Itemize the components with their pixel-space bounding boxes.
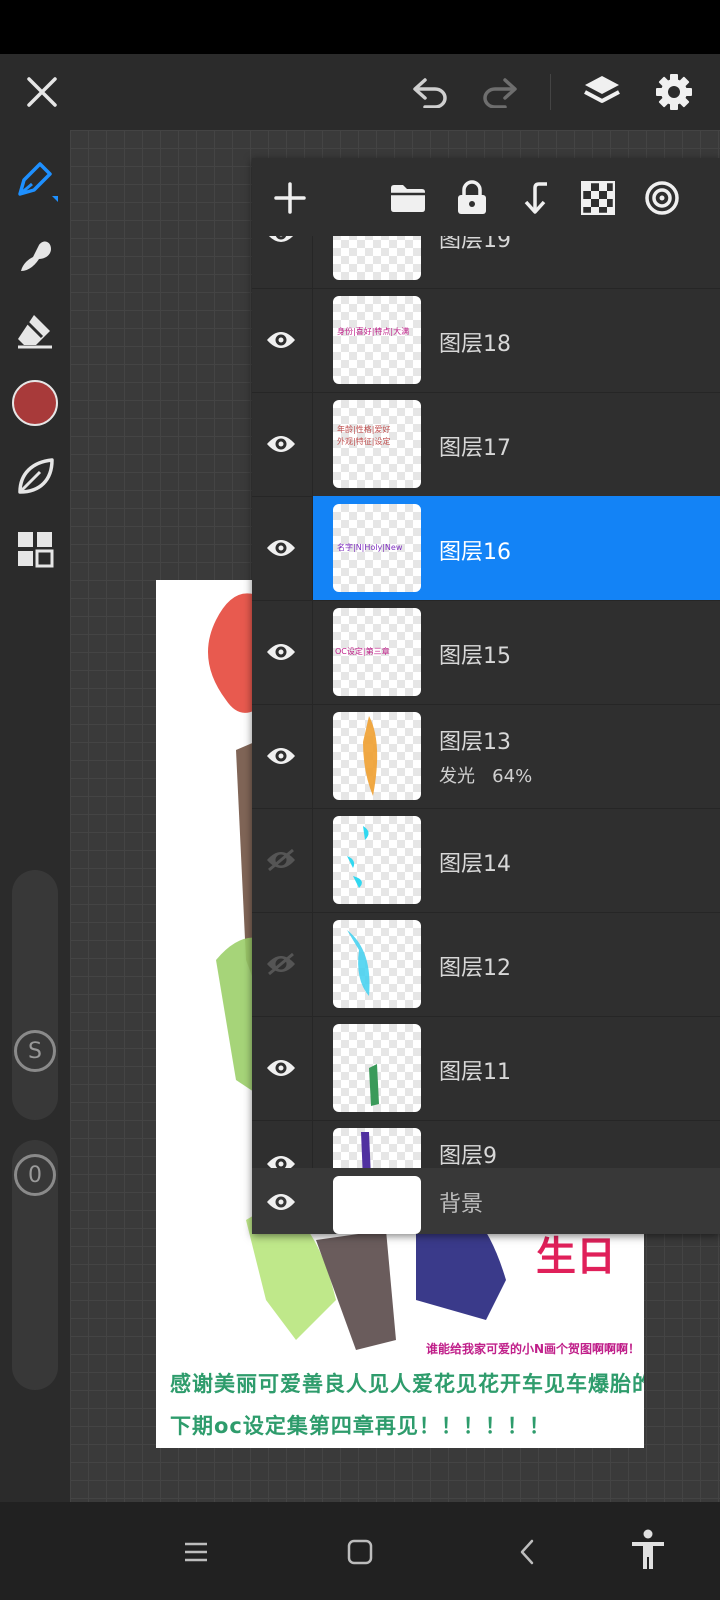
- eye-hidden-icon: [267, 952, 295, 976]
- layer-thumbnail: [333, 816, 421, 904]
- eye-hidden-icon: [267, 848, 295, 872]
- layer-thumbnail: [333, 920, 421, 1008]
- artwork-next: 下期oc设定集第四章再见！！！！！！: [170, 1414, 551, 1438]
- layers-icon[interactable]: [580, 68, 624, 116]
- top-bar: [0, 54, 720, 130]
- eye-icon: [267, 1194, 295, 1210]
- layer-name: 图层11: [439, 1060, 511, 1085]
- layer-name: 图层15: [439, 644, 511, 669]
- layer-row-selected[interactable]: 名字|N|Holy|New 图层16: [252, 496, 720, 601]
- layer-thumbnail: [333, 712, 421, 800]
- layer-blend-mode: 发光 64%: [439, 766, 533, 787]
- layer-thumbnail: [333, 1128, 421, 1168]
- status-bar: [0, 0, 720, 54]
- eye-icon: [267, 332, 295, 348]
- visibility-toggle[interactable]: [252, 236, 313, 288]
- layer-opacity: 64%: [492, 766, 533, 787]
- background-thumbnail: [333, 1176, 421, 1234]
- layer-row[interactable]: 图层9: [252, 1120, 720, 1168]
- divider: [550, 74, 551, 110]
- visibility-toggle[interactable]: [252, 1016, 313, 1120]
- eraser-icon[interactable]: [10, 306, 60, 356]
- layer-name: 图层12: [439, 956, 511, 981]
- layer-row[interactable]: OC设定|第三章 图层15: [252, 600, 720, 705]
- eye-icon: [267, 1156, 295, 1168]
- layer-name: 图层17: [439, 436, 511, 461]
- layer-panel-toolbar: [252, 158, 720, 236]
- add-icon[interactable]: [268, 176, 312, 220]
- folder-icon[interactable]: [386, 176, 430, 220]
- opacity-slider[interactable]: 0: [12, 1140, 58, 1390]
- accessibility-icon[interactable]: [624, 1524, 672, 1576]
- eye-icon: [267, 540, 295, 556]
- layer-thumbnail: 年龄|性格|爱好 外观|特征|设定: [333, 400, 421, 488]
- visibility-toggle[interactable]: [252, 600, 313, 704]
- layer-name: 图层18: [439, 332, 511, 357]
- layer-name: 图层9: [439, 1144, 497, 1168]
- color-swatch[interactable]: [12, 380, 58, 426]
- target-icon[interactable]: [640, 176, 684, 220]
- eye-icon: [267, 1060, 295, 1076]
- layer-thumbnail: 春节|ABC|新年: [333, 236, 421, 280]
- visibility-toggle[interactable]: [252, 288, 313, 392]
- visibility-toggle[interactable]: [252, 808, 313, 912]
- layer-name: 图层19: [439, 236, 511, 253]
- redo-icon[interactable]: [478, 70, 522, 114]
- undo-icon[interactable]: [408, 70, 452, 114]
- layer-row[interactable]: 图层13 发光 64%: [252, 704, 720, 809]
- layer-row[interactable]: 图层11: [252, 1016, 720, 1121]
- visibility-toggle[interactable]: [252, 912, 313, 1016]
- layer-list[interactable]: 春节|ABC|新年 图层19 身份|喜好|特点|大满 图层18 年龄|性格|爱好…: [252, 236, 720, 1168]
- layer-thumbnail: 名字|N|Holy|New: [333, 504, 421, 592]
- visibility-toggle[interactable]: [252, 496, 313, 600]
- back-icon[interactable]: [504, 1530, 552, 1574]
- layer-panel: 春节|ABC|新年 图层19 身份|喜好|特点|大满 图层18 年龄|性格|爱好…: [252, 158, 720, 1234]
- visibility-toggle[interactable]: [252, 1120, 313, 1168]
- layer-thumbnail: [333, 1024, 421, 1112]
- gallery-icon[interactable]: [12, 526, 58, 572]
- home-icon[interactable]: [336, 1530, 384, 1574]
- eye-icon: [267, 644, 295, 660]
- eye-icon: [268, 236, 294, 242]
- close-icon[interactable]: [20, 70, 64, 114]
- layer-name: 图层16: [439, 540, 511, 565]
- merge-down-icon[interactable]: [514, 176, 558, 220]
- left-toolbar: S 0: [0, 130, 70, 1502]
- layer-thumbnail: OC设定|第三章: [333, 608, 421, 696]
- svg-text:生日: 生日: [536, 1234, 616, 1280]
- menu-icon[interactable]: [172, 1532, 220, 1572]
- visibility-toggle[interactable]: [252, 704, 313, 808]
- artwork-thanks: 感谢美丽可爱善良人见人爱花见花开车见车爆胎的点赞和关注！: [170, 1372, 644, 1396]
- lock-icon[interactable]: [450, 176, 494, 220]
- visibility-toggle[interactable]: [252, 1168, 312, 1234]
- layer-row[interactable]: 图层14: [252, 808, 720, 913]
- checkerboard-icon[interactable]: [576, 176, 620, 220]
- smudge-icon[interactable]: [10, 230, 60, 280]
- leaf-icon[interactable]: [10, 452, 60, 502]
- background-layer-row[interactable]: 背景: [252, 1168, 720, 1234]
- layer-row[interactable]: 身份|喜好|特点|大满 图层18: [252, 288, 720, 393]
- eye-icon: [267, 748, 295, 764]
- system-nav-bar: [0, 1502, 720, 1600]
- brush-icon[interactable]: [10, 156, 60, 206]
- layer-name: 图层14: [439, 852, 511, 877]
- opacity-handle[interactable]: 0: [14, 1154, 56, 1196]
- eye-icon: [267, 436, 295, 452]
- visibility-toggle[interactable]: [252, 392, 313, 496]
- background-layer-name: 背景: [439, 1192, 484, 1217]
- brush-size-slider[interactable]: S: [12, 870, 58, 1120]
- layer-row[interactable]: 年龄|性格|爱好 外观|特征|设定 图层17: [252, 392, 720, 497]
- artwork-note: 谁能给我家可爱的小N画个贺图啊啊啊！: [426, 1342, 641, 1356]
- layer-thumbnail: 身份|喜好|特点|大满: [333, 296, 421, 384]
- gear-icon[interactable]: [650, 68, 698, 116]
- layer-row[interactable]: 图层12: [252, 912, 720, 1017]
- layer-row[interactable]: 春节|ABC|新年 图层19: [252, 236, 720, 289]
- size-handle[interactable]: S: [14, 1030, 56, 1072]
- layer-name: 图层13: [439, 730, 511, 755]
